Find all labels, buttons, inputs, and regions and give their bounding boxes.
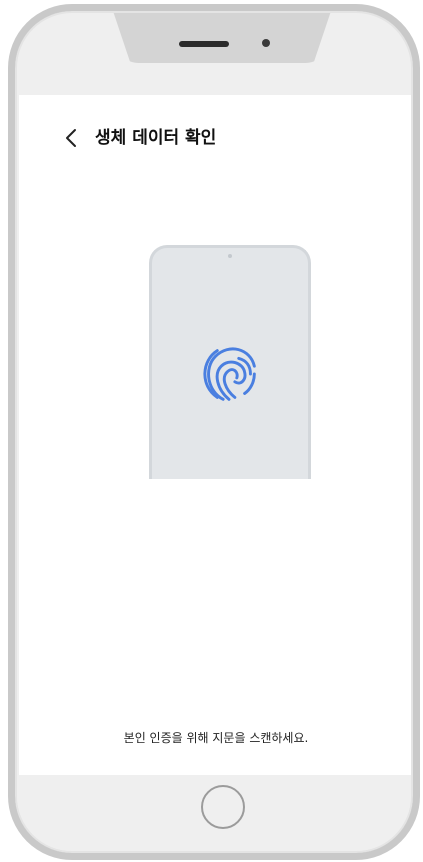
phone-notch: [113, 13, 331, 63]
front-camera: [262, 39, 270, 47]
phone-illustration: [149, 245, 311, 479]
illustration-camera-dot: [228, 254, 232, 258]
phone-device-body: 생체 데이터 확인 본인 인증을 위해 지문을 스캔하세요.: [15, 11, 413, 853]
home-button[interactable]: [201, 785, 245, 829]
page-title: 생체 데이터 확인: [95, 128, 217, 148]
scan-instruction: 본인 인증을 위해 지문을 스캔하세요.: [123, 731, 309, 745]
phone-device-frame: 생체 데이터 확인 본인 인증을 위해 지문을 스캔하세요.: [8, 4, 420, 860]
app-screen: 생체 데이터 확인 본인 인증을 위해 지문을 스캔하세요.: [19, 95, 411, 775]
screen-header: 생체 데이터 확인: [19, 121, 411, 155]
chevron-left-icon: [66, 129, 76, 147]
fingerprint-icon[interactable]: [190, 335, 268, 413]
speaker-grille: [179, 41, 229, 47]
back-button[interactable]: [59, 125, 85, 151]
